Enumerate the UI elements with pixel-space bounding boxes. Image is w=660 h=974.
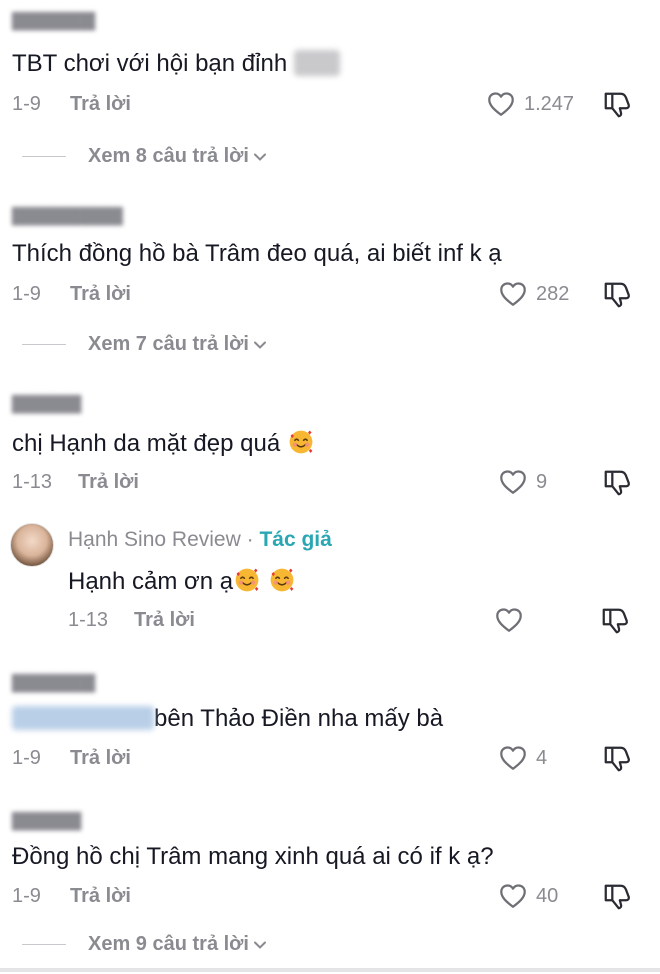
heart-icon[interactable] <box>494 605 524 635</box>
reply-button[interactable]: Trả lời <box>70 885 131 908</box>
avatar[interactable] <box>10 523 54 567</box>
author-separator: · <box>240 528 260 551</box>
comment-date: 1-9 <box>12 283 41 305</box>
reply-button[interactable]: Trả lời <box>134 609 195 632</box>
like-count: 282 <box>536 283 570 305</box>
heart-icon[interactable] <box>498 743 528 773</box>
view-replies[interactable]: Xem 8 câu trả lời <box>22 145 267 168</box>
like-count: 40 <box>536 885 559 907</box>
comment-text: Thích đồng hồ bà Trâm đeo quá, ai biết i… <box>12 240 502 267</box>
divider <box>22 344 66 345</box>
comment-date: 1-13 <box>12 471 53 493</box>
like-count: 1.247 <box>524 93 575 115</box>
comment-text: Hạnh cảm ơn ạ <box>68 566 296 596</box>
comment-date: 1-9 <box>12 885 41 907</box>
username-blurred[interactable]: ▇▇▇▇▇▇ <box>12 672 95 693</box>
heart-icon[interactable] <box>498 279 528 309</box>
username-blurred[interactable]: ▇▇▇▇▇ <box>12 810 81 831</box>
comment-date: 1-9 <box>12 93 41 115</box>
view-replies-label[interactable]: Xem 7 câu trả lời <box>88 333 249 356</box>
chevron-down-icon[interactable] <box>253 938 267 952</box>
smiling-face-with-hearts-icon <box>268 566 296 594</box>
dislike-icon[interactable] <box>602 743 632 773</box>
chevron-down-icon[interactable] <box>253 338 267 352</box>
smiling-face-with-hearts-icon <box>233 566 261 594</box>
dislike-icon[interactable] <box>602 279 632 309</box>
comment-text: Đồng hồ chị Trâm mang xinh quá ai có if … <box>12 843 494 870</box>
comment-text: chị Hạnh da mặt đẹp quá <box>12 428 315 458</box>
divider <box>22 944 66 945</box>
view-replies-label[interactable]: Xem 8 câu trả lời <box>88 145 249 168</box>
dislike-icon[interactable] <box>602 467 632 497</box>
chevron-down-icon[interactable] <box>253 150 267 164</box>
view-replies[interactable]: Xem 7 câu trả lời <box>22 333 267 356</box>
username-blurred[interactable]: ▇▇▇▇▇▇▇▇ <box>12 205 123 226</box>
dislike-icon[interactable] <box>602 89 632 119</box>
divider <box>22 156 66 157</box>
reply-button[interactable]: Trả lời <box>70 283 131 306</box>
author-name[interactable]: Hạnh Sino Review <box>68 528 241 551</box>
smiling-face-with-hearts-icon <box>287 428 315 456</box>
reply-button[interactable]: Trả lời <box>70 93 131 116</box>
view-replies[interactable]: Xem 9 câu trả lời <box>22 933 267 956</box>
heart-icon[interactable] <box>486 89 516 119</box>
dislike-icon[interactable] <box>600 605 630 635</box>
view-replies-label[interactable]: Xem 9 câu trả lời <box>88 933 249 956</box>
comment-date: 1-13 <box>68 609 109 631</box>
like-count: 9 <box>536 471 548 493</box>
username-blurred[interactable]: ▇▇▇▇▇ <box>12 393 81 414</box>
reply-author-row: Hạnh Sino Review · Tác giả <box>68 528 332 552</box>
author-badge: Tác giả <box>259 528 332 551</box>
blurred-emoji-patch <box>293 50 340 76</box>
like-count: 4 <box>536 747 548 769</box>
comment-date: 1-9 <box>12 747 41 769</box>
reply-button[interactable]: Trả lời <box>78 471 139 494</box>
username-blurred[interactable]: ▇▇▇▇▇▇ <box>12 10 95 31</box>
heart-icon[interactable] <box>498 467 528 497</box>
dislike-icon[interactable] <box>602 881 632 911</box>
bottom-divider <box>0 968 660 972</box>
blurred-mention[interactable] <box>12 706 154 730</box>
heart-icon[interactable] <box>498 881 528 911</box>
comment-text: TBT chơi với hội bạn đỉnh <box>12 50 340 78</box>
reply-button[interactable]: Trả lời <box>70 747 131 770</box>
comment-text: bên Thảo Điền nha mấy bà <box>12 705 443 733</box>
